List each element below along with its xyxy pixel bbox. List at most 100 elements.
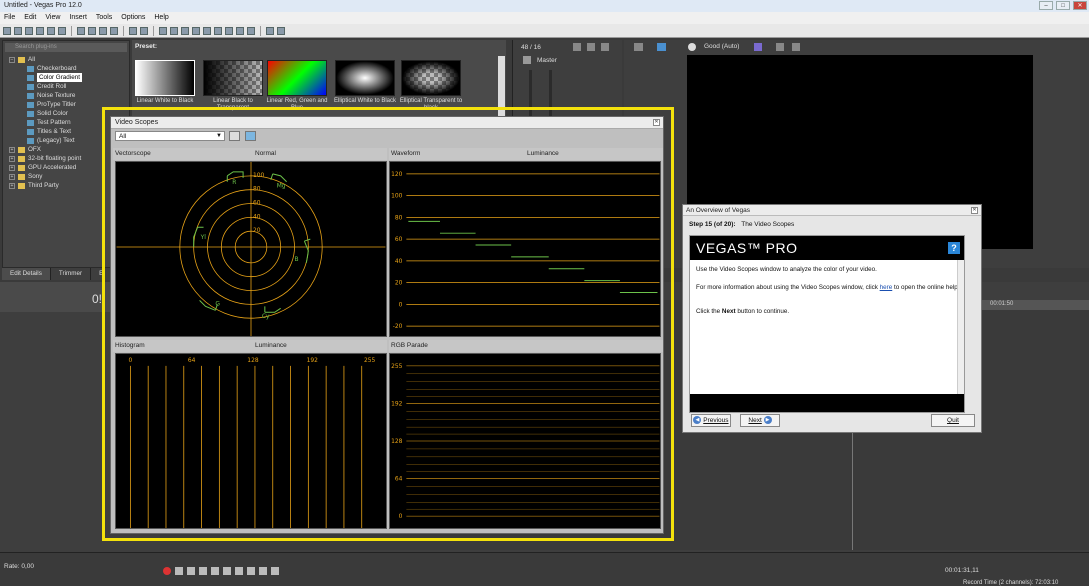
plugin-tree-item[interactable]: Color Gradient [5, 73, 127, 82]
mixer-insert-icon[interactable] [587, 43, 595, 51]
paste-icon[interactable] [99, 26, 107, 35]
redo-icon[interactable] [140, 26, 148, 35]
new-icon[interactable] [3, 26, 11, 35]
vectorscope-label: Vectorscope [115, 150, 151, 157]
expand-icon[interactable]: + [9, 155, 15, 162]
scope-update-icon[interactable] [245, 131, 256, 141]
open-icon[interactable] [14, 26, 22, 35]
loop-button[interactable] [175, 567, 183, 575]
menu-options[interactable]: Options [121, 12, 145, 24]
parade-tick: 192 [391, 400, 403, 407]
save-icon[interactable] [25, 26, 33, 35]
waveform-mode[interactable]: Luminance [527, 148, 559, 160]
expand-icon[interactable]: + [9, 182, 15, 189]
tutorial-scrollbar[interactable] [957, 260, 964, 412]
record-time: Record Time (2 channels): 72:03:10 [963, 580, 1059, 586]
properties-icon[interactable] [58, 26, 66, 35]
next-frame-button[interactable] [271, 567, 279, 575]
overlays-icon[interactable] [754, 43, 762, 51]
autoripple-icon[interactable] [214, 26, 222, 35]
preset-thumb-elliptical-white-black[interactable] [335, 60, 395, 96]
folder-icon [18, 155, 25, 162]
help-icon[interactable]: ? [948, 242, 960, 254]
menu-tools[interactable]: Tools [96, 12, 112, 24]
menu-view[interactable]: View [45, 12, 60, 24]
toolbar-divider [153, 25, 154, 36]
track-motion-icon[interactable] [247, 26, 255, 35]
delete-icon[interactable] [110, 26, 118, 35]
preview-quality-select[interactable]: Good (Auto) [704, 42, 754, 52]
hist-tick: 255 [364, 357, 376, 364]
mixer-fx-icon[interactable] [601, 43, 609, 51]
menu-insert[interactable]: Insert [69, 12, 87, 24]
plugin-tree-item[interactable]: Credit Roll [5, 82, 127, 91]
vectorscope-mode[interactable]: Normal [255, 148, 276, 160]
minimize-button[interactable]: – [1039, 1, 1053, 10]
rgb-parade-plot: 255 192 128 64 0 [389, 353, 661, 529]
bus-fx-icon[interactable] [523, 56, 531, 64]
preview-props-icon[interactable] [634, 43, 643, 51]
ignore-grouping-icon[interactable] [236, 26, 244, 35]
preset-thumb-elliptical-transparent-black[interactable] [401, 60, 461, 96]
menu-help[interactable]: Help [154, 12, 168, 24]
go-to-end-button[interactable] [247, 567, 255, 575]
plugin-search-input[interactable]: Search plug-ins [5, 43, 127, 52]
maximize-button[interactable]: □ [1056, 1, 1070, 10]
quit-button[interactable]: Quit [931, 414, 975, 427]
tab-trimmer[interactable]: Trimmer [51, 268, 92, 280]
save-as-icon[interactable] [36, 26, 44, 35]
tutorial-close-icon[interactable]: ✕ [971, 207, 978, 214]
copy-snapshot-icon[interactable] [792, 43, 800, 51]
histogram-mode[interactable]: Luminance [255, 340, 287, 352]
play-from-start-button[interactable] [187, 567, 195, 575]
prev-frame-button[interactable] [259, 567, 267, 575]
next-button[interactable]: Next ▶ [740, 414, 780, 427]
record-button[interactable] [163, 567, 171, 575]
menu-edit[interactable]: Edit [24, 12, 36, 24]
plugin-tree-item[interactable]: Noise Texture [5, 91, 127, 100]
menu-file[interactable]: File [4, 12, 15, 24]
play-button[interactable] [199, 567, 207, 575]
expand-icon[interactable]: + [9, 146, 15, 153]
folder-icon [18, 182, 25, 189]
selection-tool-icon[interactable] [181, 26, 189, 35]
expand-icon[interactable]: + [9, 164, 15, 171]
stop-button[interactable] [223, 567, 231, 575]
cut-icon[interactable] [77, 26, 85, 35]
video-scopes-window: Video Scopes ✕ All ▼ Vectorscope Normal W… [110, 116, 664, 534]
waveform-label: Waveform [391, 150, 421, 157]
preset-thumb-linear-rgb[interactable] [267, 60, 327, 96]
plugin-tree-item[interactable]: − All [5, 55, 127, 64]
external-monitor-icon[interactable] [657, 43, 666, 51]
preset-thumb-linear-white-black[interactable] [135, 60, 195, 96]
preset-thumb-linear-black-transparent[interactable] [203, 60, 263, 96]
edit-tool-icon[interactable] [159, 26, 167, 35]
online-help-link[interactable]: here [880, 284, 893, 291]
close-button[interactable]: ✕ [1073, 1, 1087, 10]
go-to-start-button[interactable] [235, 567, 243, 575]
split-screen-icon[interactable] [776, 43, 784, 51]
preview-fx-icon[interactable] [688, 43, 696, 51]
zoom-tool-icon[interactable] [192, 26, 200, 35]
render-icon[interactable] [47, 26, 55, 35]
pause-button[interactable] [211, 567, 219, 575]
tab-edit-details[interactable]: Edit Details [2, 268, 51, 280]
lock-envelopes-icon[interactable] [225, 26, 233, 35]
undo-icon[interactable] [129, 26, 137, 35]
snap-icon[interactable] [203, 26, 211, 35]
help-icon[interactable] [277, 26, 285, 35]
mixer-count: 48 / 16 [521, 44, 541, 51]
expand-icon[interactable]: + [9, 173, 15, 180]
copy-icon[interactable] [88, 26, 96, 35]
vector-ring-60: 60 [253, 200, 261, 207]
scopes-close-icon[interactable]: ✕ [653, 119, 660, 126]
scope-source-select[interactable]: All ▼ [115, 131, 225, 141]
collapse-icon[interactable]: − [9, 56, 15, 63]
scope-settings-icon[interactable] [229, 131, 240, 141]
vegas-pro-logo: VEGAS™ PRO [690, 236, 964, 260]
mixer-settings-icon[interactable] [573, 43, 581, 51]
previous-button[interactable]: ◀ Previous [691, 414, 731, 427]
envelope-tool-icon[interactable] [170, 26, 178, 35]
plugin-tree-item[interactable]: Checkerboard [5, 64, 127, 73]
what-is-this-icon[interactable] [266, 26, 274, 35]
